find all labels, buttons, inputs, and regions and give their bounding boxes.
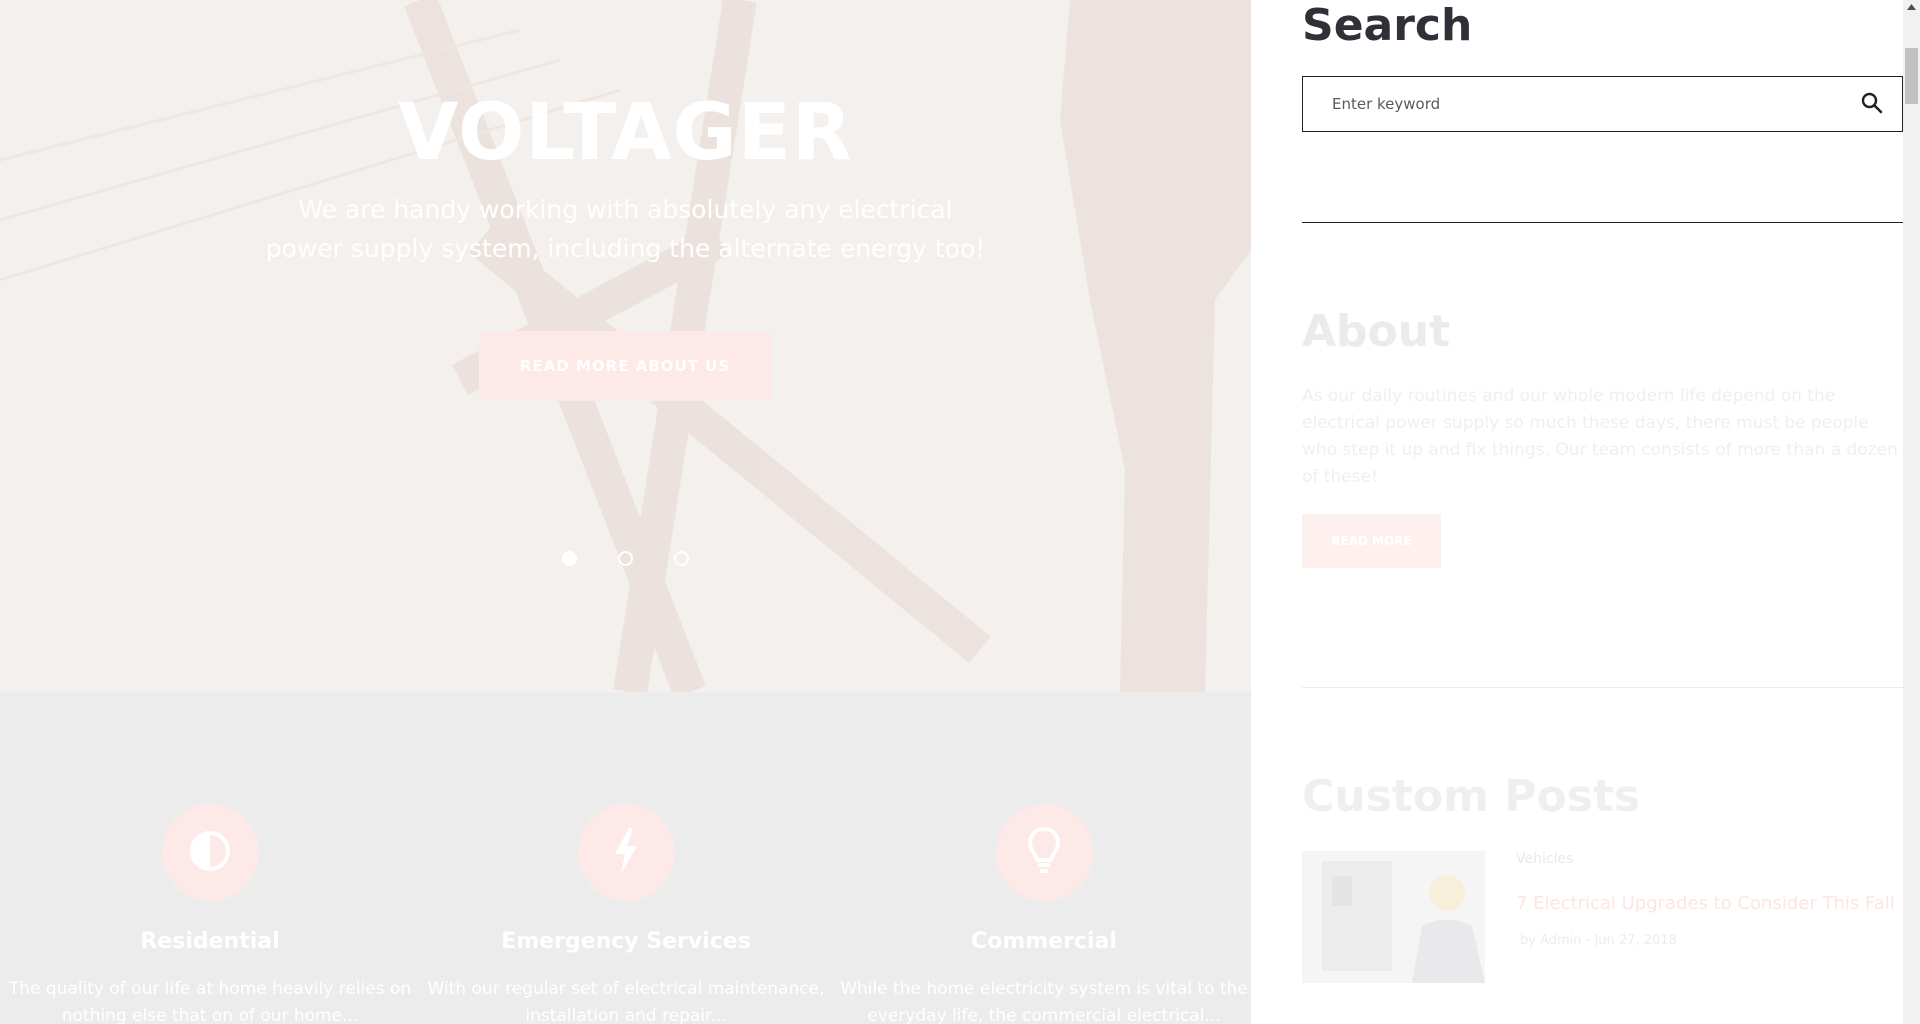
- slide-dot-2[interactable]: [618, 551, 633, 566]
- widget-divider: [1302, 687, 1903, 688]
- read-more-about-us-button[interactable]: READ MORE ABOUT US: [479, 331, 771, 401]
- service-commercial: Commercial While the home electricity sy…: [834, 804, 1251, 1024]
- scrollbar-thumb[interactable]: [1905, 48, 1918, 104]
- main-content: VOLTAGER We are handy working with absol…: [0, 0, 1251, 1024]
- slide-dot-3[interactable]: [674, 551, 689, 566]
- about-read-more-button[interactable]: READ MORE: [1302, 514, 1441, 568]
- service-title: Residential: [140, 929, 280, 954]
- service-icon-circle: [577, 804, 675, 901]
- post-thumbnail[interactable]: [1302, 851, 1485, 983]
- service-residential: Residential The quality of our life at h…: [0, 804, 420, 1024]
- service-title: Commercial: [971, 929, 1117, 954]
- widget-divider: [1302, 222, 1903, 223]
- page-scrollbar[interactable]: [1903, 0, 1920, 1024]
- services-section: Residential The quality of our life at h…: [0, 692, 1251, 1024]
- hero-title: VOLTAGER: [398, 88, 853, 178]
- service-description: The quality of our life at home heavily …: [8, 979, 412, 1024]
- service-title: Emergency Services: [501, 929, 751, 954]
- lightning-icon: [609, 826, 643, 880]
- post-title-link[interactable]: 7 Electrical Upgrades to Consider This F…: [1516, 893, 1895, 914]
- hero-slider: VOLTAGER We are handy working with absol…: [0, 0, 1251, 692]
- post-category-link[interactable]: Vehicles: [1516, 851, 1573, 867]
- service-icon-circle: [161, 804, 259, 901]
- slide-dot-1[interactable]: [562, 551, 577, 566]
- slider-pagination: [0, 551, 1251, 566]
- sidebar-panel: Search About As our daily routines and o…: [1251, 0, 1903, 1024]
- custom-posts-title: Custom Posts: [1302, 771, 1641, 822]
- post-meta: by Admin - Jun 27, 2018: [1520, 933, 1677, 948]
- service-emergency: Emergency Services With our regular set …: [416, 804, 836, 1024]
- scroll-up-arrow-icon[interactable]: [1903, 0, 1920, 14]
- search-icon: [1861, 92, 1883, 117]
- search-input[interactable]: [1303, 77, 1842, 131]
- about-widget-title: About: [1302, 306, 1451, 357]
- service-description: While the home electricity system is vit…: [840, 979, 1248, 1024]
- service-description: With our regular set of electrical maint…: [427, 979, 825, 1024]
- service-icon-circle: [995, 804, 1093, 901]
- half-circle-icon: [188, 829, 232, 877]
- search-form: [1302, 76, 1903, 132]
- about-text: As our daily routines and our whole mode…: [1302, 386, 1898, 487]
- search-submit-button[interactable]: [1842, 77, 1902, 131]
- lightbulb-icon: [1026, 826, 1062, 880]
- search-widget-title: Search: [1302, 0, 1473, 51]
- hero-subtitle: We are handy working with absolutely any…: [265, 195, 986, 263]
